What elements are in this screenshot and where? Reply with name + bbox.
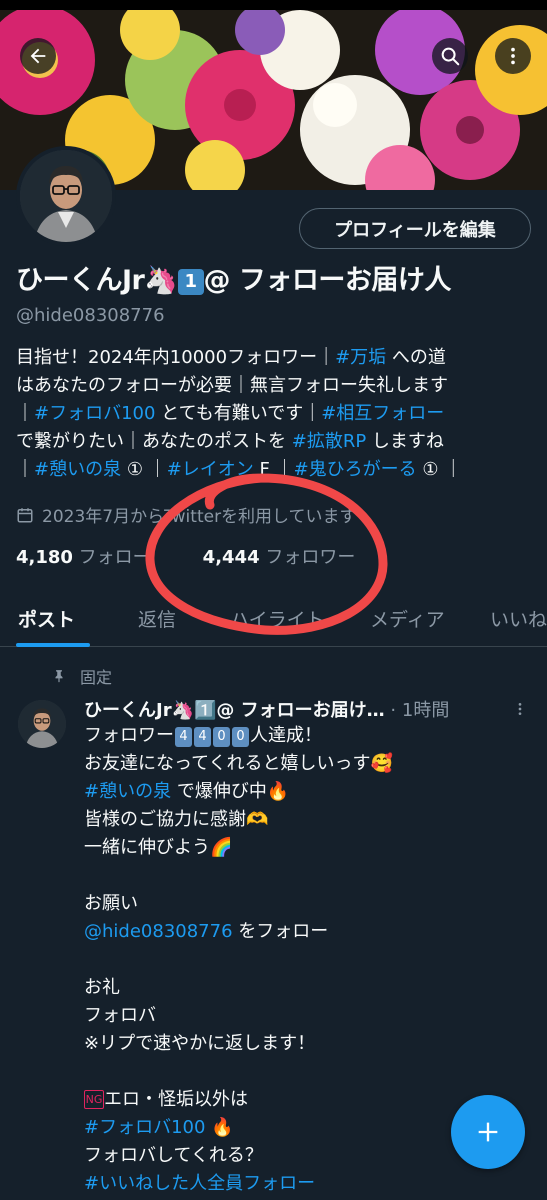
tweet-author-avatar[interactable] (18, 700, 66, 748)
following-link[interactable]: 4,180 フォロー (16, 543, 151, 569)
search-button[interactable] (432, 38, 468, 74)
tweet-time[interactable]: 1時間 (402, 700, 449, 721)
followers-label: フォロワー (265, 547, 356, 568)
following-count: 4,180 (16, 547, 73, 568)
bio-line: で繋がりたい｜あなたのポストを #拡散RP しますね (16, 428, 536, 456)
tweet-line: 一緒に伸びよう🌈 (84, 837, 233, 858)
profile-name-suffix: @ フォローお届け人 (203, 265, 452, 296)
calendar-icon (17, 507, 33, 522)
joined-text: 2023年7月からTwitterを利用しています (42, 507, 357, 527)
back-button[interactable] (20, 38, 56, 74)
tweet-more-button[interactable] (512, 700, 528, 723)
tweet-line: お願い (84, 893, 138, 914)
tab-highlights[interactable]: ハイライト (230, 605, 325, 632)
tweet-line: #いいねした人全員フォロー (84, 1170, 534, 1198)
hashtag-link[interactable]: #フォロバ100 (34, 403, 155, 424)
plus-icon (478, 1122, 498, 1142)
profile-avatar[interactable] (16, 146, 116, 246)
tweet-line: #憩いの泉 で爆伸び中🔥 (84, 778, 534, 806)
bio-line: 目指せ！2024年内10000フォロワー｜#万垢 への道 (16, 344, 536, 372)
bio-text: ① ｜ (121, 459, 167, 480)
bio-text: ① ｜ (416, 459, 463, 480)
bio-text: F ｜ (253, 459, 294, 480)
bio-text: ｜ (16, 403, 34, 424)
hashtag-link[interactable]: #万垢 (335, 347, 386, 368)
profile-name: ひーくんJr🦄 1 @ フォローお届け人 (16, 258, 451, 297)
compose-button[interactable] (451, 1095, 525, 1169)
keycap-digit: 0 (213, 727, 230, 747)
unicorn-emoji: 🦄 (144, 265, 178, 296)
followers-count: 4,444 (202, 547, 260, 568)
active-tab-indicator (16, 643, 90, 647)
pinned-indicator: 固定 (52, 664, 112, 688)
followers-link[interactable]: 4,444 フォロワー (203, 543, 356, 569)
tweet-text: 🔥 (205, 1117, 234, 1138)
tweet-text: で爆伸び中🔥 (171, 781, 290, 802)
tweet-text: フォロワー (84, 725, 174, 746)
bio-line: はあなたのフォローが必要｜無言フォロー失礼します (16, 372, 536, 400)
bio-text: 目指せ！2024年内10000フォロワー｜ (16, 347, 336, 368)
following-label: フォロー (78, 547, 151, 568)
tab-replies[interactable]: 返信 (138, 605, 176, 632)
tweet-line: @hide08308776 をフォロー (84, 918, 534, 946)
hashtag-link[interactable]: #鬼ひろがーる (294, 459, 417, 480)
bio-text: ｜ (16, 459, 34, 480)
mention-link[interactable]: @hide08308776 (84, 921, 233, 942)
avatar-image (20, 150, 112, 242)
hashtag-link[interactable]: #憩いの泉 (34, 459, 121, 480)
status-bar (0, 0, 547, 10)
tab-posts[interactable]: ポスト (18, 605, 75, 632)
joined-date: 2023年7月からTwitterを利用しています (16, 502, 357, 527)
more-vertical-icon (518, 703, 522, 715)
tab-likes[interactable]: いいね (490, 605, 547, 632)
follow-stats: 4,180 フォロー 4,444 フォロワー (16, 543, 355, 569)
tweet-text: 人達成！ (250, 725, 322, 746)
tweet-author-name[interactable]: ひーくんJr🦄1️⃣@ フォローお届け… (84, 700, 385, 721)
pinned-label: 固定 (80, 668, 113, 687)
more-vertical-icon (511, 47, 515, 65)
hashtag-link[interactable]: #拡散RP (292, 431, 366, 452)
profile-handle: @hide08308776 (16, 305, 165, 326)
bio-text: とても有難いです｜ (155, 403, 322, 424)
bio-line: ｜#憩いの泉 ① ｜#レイオン F ｜#鬼ひろがーる ① ｜ (16, 456, 536, 484)
pin-icon (55, 670, 63, 683)
tweet-text: エロ・怪垢以外は (104, 1089, 248, 1110)
hashtag-link[interactable]: #いいねした人全員フォロー (84, 1173, 315, 1194)
hashtag-link[interactable]: #相互フォロー (321, 403, 444, 424)
more-options-button[interactable] (495, 38, 531, 74)
hashtag-link[interactable]: #憩いの泉 (84, 781, 171, 802)
ng-badge: NG (84, 1090, 104, 1109)
tweet-text: をフォロー (232, 921, 329, 942)
tweet-dot: · (390, 700, 397, 721)
bio-text: しますね (366, 431, 444, 452)
arrow-left-icon (30, 48, 46, 64)
keycap-digit: 0 (232, 727, 249, 747)
profile-name-prefix: ひーくんJr (16, 265, 145, 296)
keycap-one-emoji: 1 (177, 269, 204, 295)
hashtag-link[interactable]: #フォロバ100 (84, 1117, 205, 1138)
search-icon (441, 47, 460, 66)
profile-bio: 目指せ！2024年内10000フォロワー｜#万垢 への道はあなたのフォローが必要… (16, 344, 536, 484)
tweet-line: フォロワー 4 4 0 0 人達成！ (84, 722, 534, 750)
avatar-image (18, 700, 66, 748)
tweet-line: フォロバ (84, 1005, 156, 1026)
tweet-line: ※リプで速やかに返します！ (84, 1033, 316, 1054)
bio-line: ｜#フォロバ100 とても有難いです｜#相互フォロー (16, 400, 536, 428)
edit-profile-button[interactable]: プロフィールを編集 (299, 208, 531, 249)
hashtag-link[interactable]: #レイオン (167, 459, 254, 480)
keycap-digit: 4 (194, 727, 211, 747)
tab-media[interactable]: メディア (370, 605, 445, 632)
bio-text: への道 (386, 347, 446, 368)
tweet-line: お礼 (84, 977, 120, 998)
tweet-header: ひーくんJr🦄1️⃣@ フォローお届け… · 1時間 (84, 696, 534, 722)
tweet-line: 皆様のご協力に感謝🫶 (84, 809, 269, 830)
profile-tabs: ポスト 返信 ハイライト メディア いいね (0, 595, 547, 647)
keycap-digit: 4 (175, 727, 192, 747)
tweet-line: お友達になってくれると嬉しいっす🥰 (84, 753, 393, 774)
bio-text: はあなたのフォローが必要｜無言フォロー失礼します (16, 375, 448, 396)
bio-text: で繋がりたい｜あなたのポストを (16, 431, 292, 452)
